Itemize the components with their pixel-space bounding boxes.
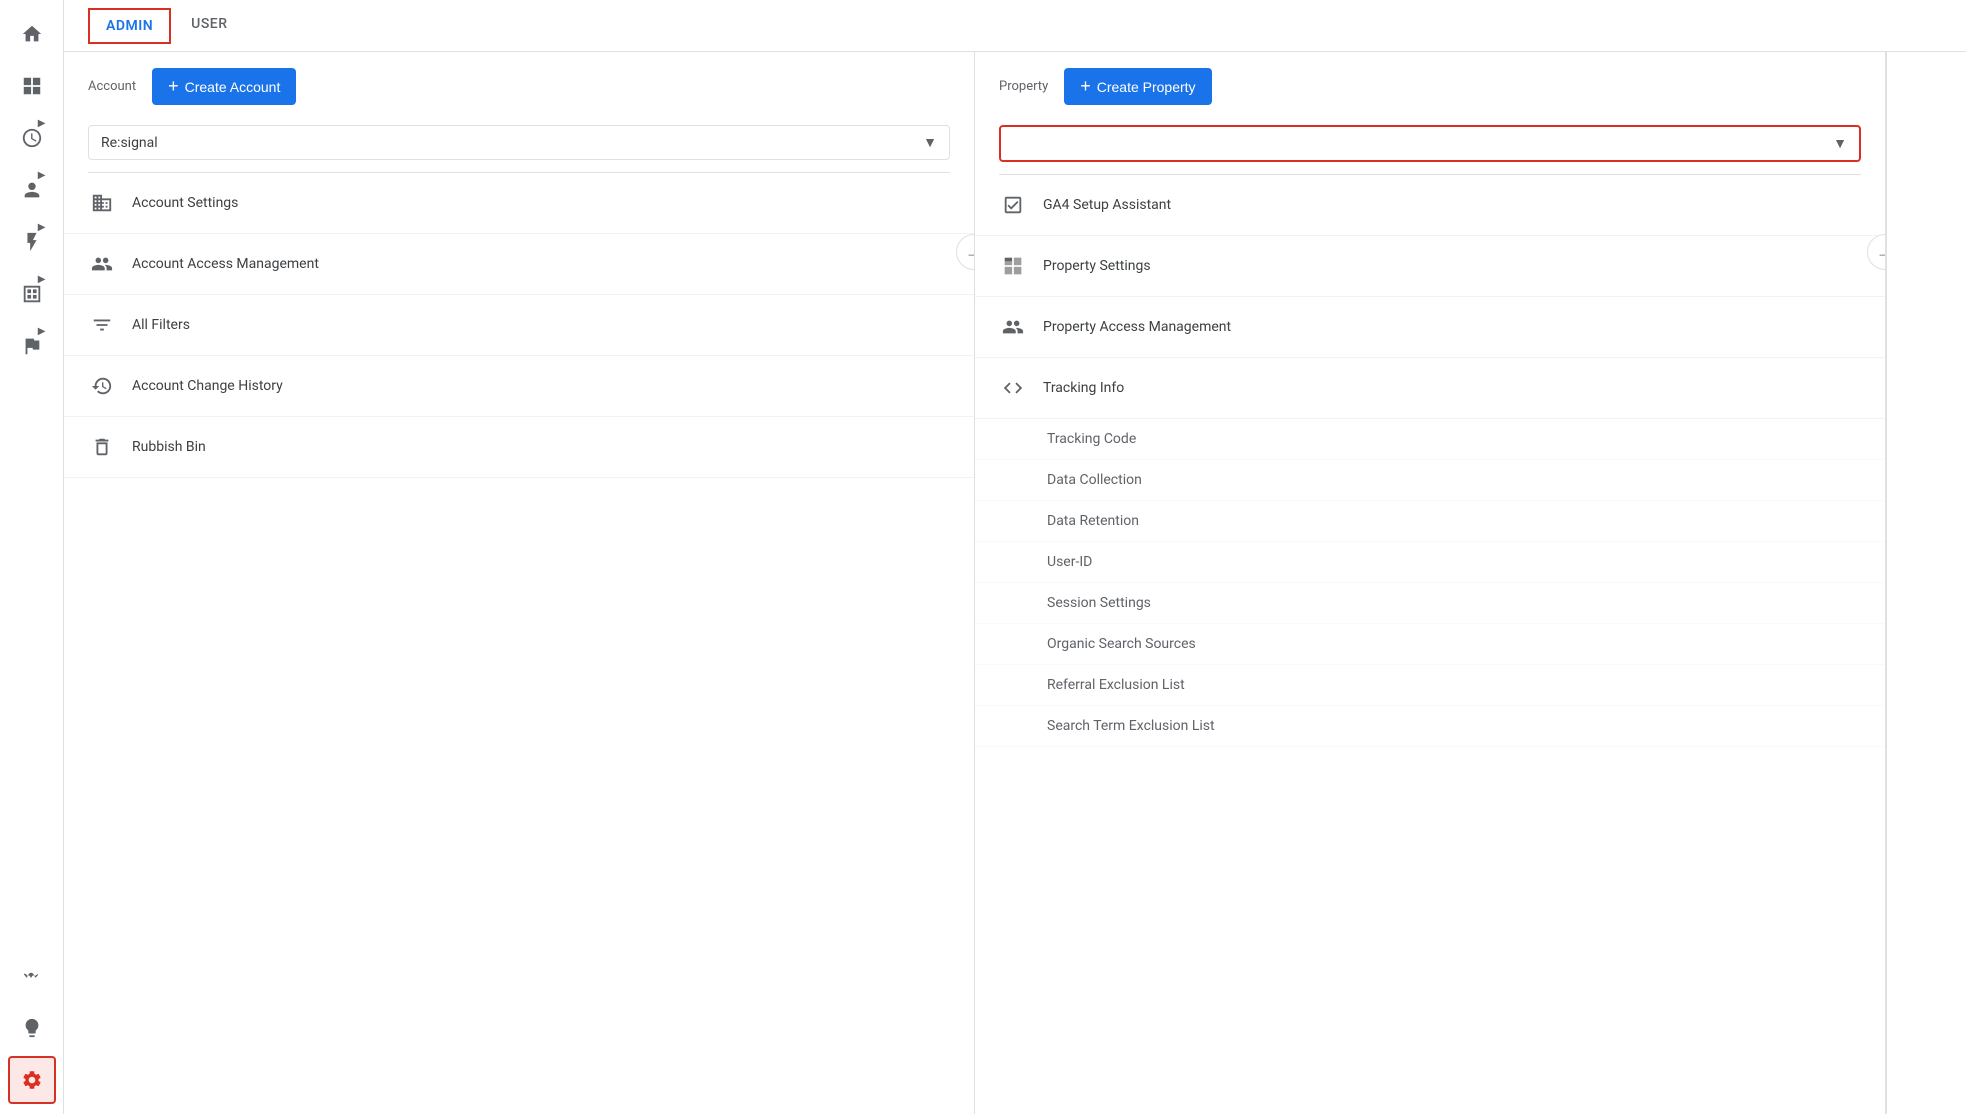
tab-admin[interactable]: ADMIN bbox=[88, 8, 171, 44]
account-label: Account bbox=[88, 79, 136, 94]
organic-search-label: Organic Search Sources bbox=[1047, 636, 1196, 652]
account-settings-label: Account Settings bbox=[132, 195, 238, 211]
property-dropdown[interactable]: ▼ bbox=[999, 125, 1861, 162]
empty-column bbox=[1886, 52, 1966, 1114]
top-nav: ADMIN USER bbox=[64, 0, 1966, 52]
sidebar: ▶ ▶ ▶ ▶ ▶ bbox=[0, 0, 64, 1114]
property-people-icon bbox=[999, 313, 1027, 341]
code-icon bbox=[999, 374, 1027, 402]
account-settings-item[interactable]: Account Settings bbox=[64, 173, 974, 234]
lightning-icon[interactable]: ▶ bbox=[8, 218, 56, 266]
account-history-item[interactable]: Account Change History bbox=[64, 356, 974, 417]
account-access-item[interactable]: Account Access Management bbox=[64, 234, 974, 295]
organic-search-item[interactable]: Organic Search Sources bbox=[975, 624, 1885, 665]
account-history-label: Account Change History bbox=[132, 378, 283, 394]
arrow-right-icon: → bbox=[965, 242, 975, 263]
people-icon bbox=[88, 250, 116, 278]
create-property-button[interactable]: + Create Property bbox=[1064, 68, 1211, 105]
property-label: Property bbox=[999, 79, 1048, 94]
table-icon[interactable]: ▶ bbox=[8, 270, 56, 318]
data-collection-item[interactable]: Data Collection bbox=[975, 460, 1885, 501]
referral-exclusion-item[interactable]: Referral Exclusion List bbox=[975, 665, 1885, 706]
property-column-header: Property + Create Property bbox=[975, 52, 1885, 121]
ga4-setup-label: GA4 Setup Assistant bbox=[1043, 197, 1171, 213]
account-access-label: Account Access Management bbox=[132, 256, 319, 272]
flag-icon[interactable]: ▶ bbox=[8, 322, 56, 370]
dashboard-icon[interactable] bbox=[8, 62, 56, 110]
history-icon bbox=[88, 372, 116, 400]
main-content: ADMIN USER Account + Create Account Re:s… bbox=[64, 0, 1966, 1114]
chevron-down-icon-property: ▼ bbox=[1833, 135, 1847, 152]
filter-icon bbox=[88, 311, 116, 339]
all-filters-item[interactable]: All Filters bbox=[64, 295, 974, 356]
layout-icon bbox=[999, 252, 1027, 280]
plus-icon: + bbox=[168, 76, 179, 97]
admin-area: Account + Create Account Re:signal ▼ bbox=[64, 52, 1966, 1114]
all-filters-label: All Filters bbox=[132, 317, 190, 333]
account-dropdown[interactable]: Re:signal ▼ bbox=[88, 125, 950, 160]
property-settings-label: Property Settings bbox=[1043, 258, 1151, 274]
tracking-info-label: Tracking Info bbox=[1043, 380, 1124, 396]
data-retention-item[interactable]: Data Retention bbox=[975, 501, 1885, 542]
rubbish-bin-label: Rubbish Bin bbox=[132, 439, 206, 455]
create-account-label: Create Account bbox=[185, 79, 281, 95]
tracking-code-label: Tracking Code bbox=[1047, 431, 1136, 447]
referral-exclusion-label: Referral Exclusion List bbox=[1047, 677, 1185, 693]
account-dropdown-value: Re:signal bbox=[101, 135, 158, 151]
session-settings-label: Session Settings bbox=[1047, 595, 1151, 611]
plus-icon-property: + bbox=[1080, 76, 1091, 97]
user-id-label: User-ID bbox=[1047, 554, 1092, 570]
create-property-label: Create Property bbox=[1097, 79, 1196, 95]
checkbox-icon bbox=[999, 191, 1027, 219]
user-id-item[interactable]: User-ID bbox=[975, 542, 1885, 583]
trash-icon bbox=[88, 433, 116, 461]
data-retention-label: Data Retention bbox=[1047, 513, 1139, 529]
person-icon[interactable]: ▶ bbox=[8, 166, 56, 214]
arrow-right-icon-2: → bbox=[1876, 242, 1886, 263]
account-column-header: Account + Create Account bbox=[64, 52, 974, 121]
nav-tabs: ADMIN USER bbox=[88, 0, 244, 52]
squiggle-icon[interactable] bbox=[8, 952, 56, 1000]
ga4-setup-item[interactable]: GA4 Setup Assistant bbox=[975, 175, 1885, 236]
property-access-item[interactable]: Property Access Management bbox=[975, 297, 1885, 358]
property-settings-item[interactable]: Property Settings bbox=[975, 236, 1885, 297]
property-column: Property + Create Property ▼ bbox=[975, 52, 1886, 1114]
create-account-button[interactable]: + Create Account bbox=[152, 68, 296, 105]
home-icon[interactable] bbox=[8, 10, 56, 58]
data-collection-label: Data Collection bbox=[1047, 472, 1142, 488]
account-dropdown-row: Re:signal ▼ bbox=[64, 121, 974, 172]
search-term-exclusion-item[interactable]: Search Term Exclusion List bbox=[975, 706, 1885, 747]
tracking-info-item[interactable]: Tracking Info bbox=[975, 358, 1885, 419]
clock-icon[interactable]: ▶ bbox=[8, 114, 56, 162]
chevron-down-icon: ▼ bbox=[923, 134, 937, 151]
account-column: Account + Create Account Re:signal ▼ bbox=[64, 52, 975, 1114]
lightbulb-icon[interactable] bbox=[8, 1004, 56, 1052]
tracking-code-item[interactable]: Tracking Code bbox=[975, 419, 1885, 460]
gear-icon[interactable] bbox=[8, 1056, 56, 1104]
property-dropdown-row: ▼ bbox=[975, 121, 1885, 174]
search-term-exclusion-label: Search Term Exclusion List bbox=[1047, 718, 1215, 734]
property-access-label: Property Access Management bbox=[1043, 319, 1231, 335]
tab-user[interactable]: USER bbox=[175, 0, 243, 52]
building-icon bbox=[88, 189, 116, 217]
session-settings-item[interactable]: Session Settings bbox=[975, 583, 1885, 624]
rubbish-bin-item[interactable]: Rubbish Bin bbox=[64, 417, 974, 478]
